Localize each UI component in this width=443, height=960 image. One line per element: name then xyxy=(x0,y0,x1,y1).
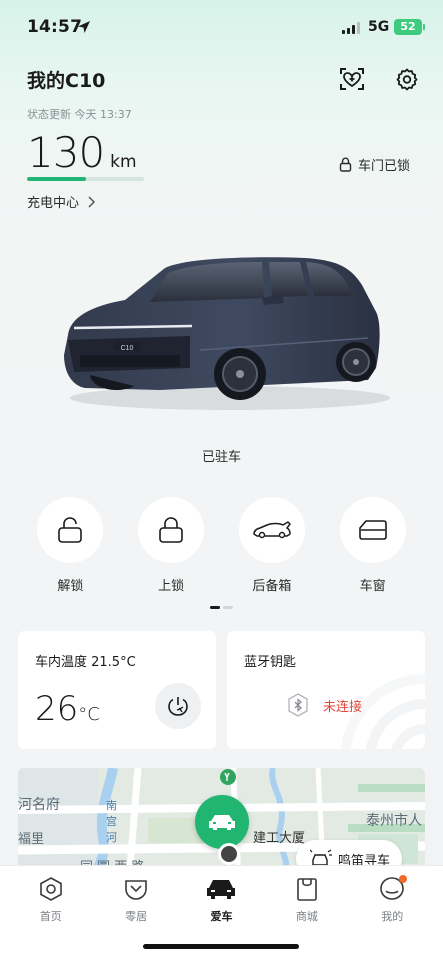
unlock-label: 解锁 xyxy=(57,579,84,594)
tab-profile-label: 我的 xyxy=(381,910,404,923)
tab-shop-label: 商城 xyxy=(295,910,318,923)
car-icon xyxy=(207,880,236,899)
status-update-time: 状态更新 今天 13:37 xyxy=(27,108,132,121)
range-display: 130 km xyxy=(27,128,137,177)
bluetooth-status-label: 未连接 xyxy=(323,699,363,715)
window-label: 车窗 xyxy=(359,579,386,594)
gear-icon xyxy=(396,68,418,91)
cabin-temp-title: 车内温度 21.5°C xyxy=(35,655,136,670)
lock-label: 上锁 xyxy=(158,579,185,594)
window-button[interactable]: 车窗 xyxy=(338,497,408,594)
car-plate-text: C10 xyxy=(121,345,134,352)
tab-lingju-icon-wrap xyxy=(121,874,151,904)
door-lock-status: 车门已锁 xyxy=(339,155,410,174)
home-hex-icon xyxy=(39,877,62,901)
set-temperature: 26°C xyxy=(35,689,100,729)
map-label-building: 建工大厦 xyxy=(253,831,306,846)
range-value: 130 xyxy=(27,128,105,177)
heart-box-icon xyxy=(125,880,147,900)
tab-profile-icon-wrap xyxy=(377,874,408,904)
trunk-circle xyxy=(238,497,305,563)
range-unit: km xyxy=(110,152,137,172)
map-label-river: 南宫河 xyxy=(106,799,117,844)
window-icon xyxy=(358,520,387,540)
climate-power-button[interactable] xyxy=(155,683,201,729)
range-progress-bar xyxy=(27,177,144,181)
home-indicator[interactable] xyxy=(143,944,299,949)
set-temperature-value: 26 xyxy=(35,689,79,729)
trunk-label: 后备箱 xyxy=(252,579,292,594)
bluetooth-status: 未连接 xyxy=(287,693,362,717)
location-arrow-icon xyxy=(78,21,90,33)
window-circle xyxy=(339,497,406,563)
tab-car-icon-wrap xyxy=(206,874,236,904)
tab-car[interactable]: 爱车 xyxy=(186,874,256,924)
unlock-button[interactable]: 解锁 xyxy=(35,497,105,594)
page-indicator xyxy=(210,606,233,609)
unlock-circle xyxy=(37,497,104,563)
user-location-dot xyxy=(218,843,240,865)
scan-add-button[interactable] xyxy=(338,65,366,93)
map-label-hemingfu: 河名府 xyxy=(18,797,60,813)
network-label: 5G xyxy=(368,19,390,35)
page-dot-active xyxy=(210,606,220,609)
map-label-taizhou: 泰州市人 xyxy=(366,813,422,829)
charge-center-label: 充电中心 xyxy=(27,196,80,211)
range-progress-fill xyxy=(27,177,86,181)
tab-lingju[interactable]: 零居 xyxy=(101,874,171,924)
bluetooth-icon xyxy=(288,693,308,717)
tab-home-label: 首页 xyxy=(39,910,62,923)
map-label-fuli: 福里 xyxy=(18,832,45,847)
padlock-icon xyxy=(339,157,352,172)
tab-shop[interactable]: 商城 xyxy=(272,874,342,924)
climate-card[interactable]: 车内温度 21.5°C 26°C xyxy=(18,631,216,749)
charge-center-link[interactable]: 充电中心 xyxy=(27,192,96,211)
tab-car-label: 爱车 xyxy=(210,910,233,923)
status-time: 14:57 xyxy=(27,17,83,37)
signal-bars-icon xyxy=(342,22,360,34)
power-fan-icon xyxy=(168,697,188,716)
battery-indicator: 52 xyxy=(394,19,425,35)
tab-shop-icon-wrap xyxy=(292,874,322,904)
lock-button[interactable]: 上锁 xyxy=(136,497,206,594)
quick-controls: 解锁 上锁 后备箱 车窗 xyxy=(0,497,443,594)
scan-add-icon xyxy=(340,68,364,90)
bluetooth-key-card[interactable]: 蓝牙钥匙 未连接 xyxy=(227,631,425,749)
shop-bag-icon xyxy=(297,878,317,901)
car-name-title[interactable]: 我的C10 xyxy=(27,66,105,93)
lock-icon xyxy=(159,517,183,543)
trunk-button[interactable]: 后备箱 xyxy=(237,497,307,594)
settings-button[interactable] xyxy=(393,65,421,93)
trunk-icon xyxy=(253,521,291,539)
temperature-unit: °C xyxy=(78,704,100,725)
car-location-pin[interactable] xyxy=(195,795,249,849)
unlock-icon xyxy=(58,517,83,543)
notification-dot xyxy=(399,875,408,883)
tab-home[interactable]: 首页 xyxy=(16,874,86,924)
lock-circle xyxy=(138,497,205,563)
chevron-right-icon xyxy=(88,195,96,208)
door-lock-label: 车门已锁 xyxy=(358,159,411,174)
tab-lingju-label: 零居 xyxy=(125,910,148,923)
page-dot xyxy=(223,606,233,609)
bluetooth-key-title: 蓝牙钥匙 xyxy=(244,655,297,670)
parked-status: 已驻车 xyxy=(201,450,241,465)
car-pin-icon xyxy=(209,815,235,830)
car-image: C10 xyxy=(64,257,390,410)
tab-home-icon-wrap xyxy=(36,874,66,904)
tab-profile[interactable]: 我的 xyxy=(357,874,427,924)
